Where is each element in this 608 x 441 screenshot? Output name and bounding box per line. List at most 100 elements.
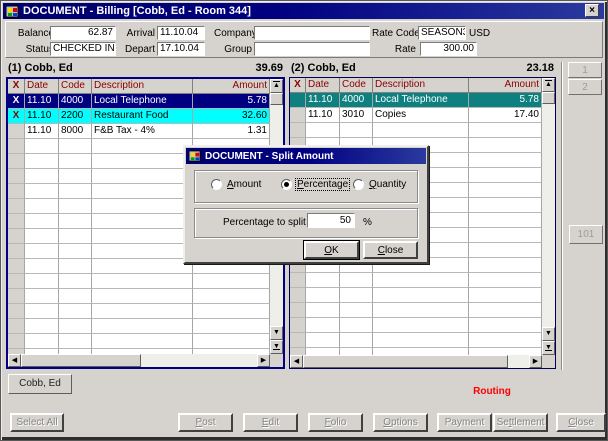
folio2-horizontal-scrollbar[interactable]: ◀ ▶ (290, 355, 542, 368)
cell (8, 319, 25, 334)
cell (469, 183, 542, 198)
scroll-right-icon[interactable]: ▶ (529, 355, 542, 368)
window-button-101[interactable]: 101 (569, 225, 603, 244)
cell (59, 214, 92, 229)
close-button[interactable]: Close (556, 413, 606, 432)
cell (59, 289, 92, 304)
balance-label: Balance (14, 28, 54, 39)
table-row[interactable]: X11.104000Local Telephone5.78 (8, 94, 270, 109)
table-row[interactable]: 11.108000F&B Tax - 4%1.31 (8, 124, 270, 139)
app-icon (189, 150, 201, 162)
cell (373, 318, 469, 333)
cell (373, 288, 469, 303)
folio1-horizontal-scrollbar[interactable]: ◀ ▶ (8, 354, 270, 367)
cell (59, 199, 92, 214)
cell (373, 333, 469, 348)
folio1-guest-name: (1) Cobb, Ed (8, 62, 73, 76)
cell: 5.78 (193, 94, 270, 109)
radio-circle-icon[interactable] (281, 179, 292, 190)
ok-button[interactable]: OK (304, 241, 359, 259)
cell (290, 333, 306, 348)
cell (340, 303, 373, 318)
cell: F&B Tax - 4% (92, 124, 193, 139)
scrollbar-corner (542, 355, 555, 368)
cell: Restaurant Food (92, 109, 193, 124)
cell (290, 318, 306, 333)
cell (469, 333, 542, 348)
scrollbar-thumb[interactable] (542, 92, 555, 104)
cell (25, 169, 59, 184)
table-row[interactable]: X11.102200Restaurant Food32.60 (8, 109, 270, 124)
percentage-input[interactable] (307, 213, 355, 228)
table-row[interactable]: 11.104000Local Telephone5.78 (290, 93, 542, 108)
table-row (8, 289, 270, 304)
cell (8, 139, 25, 154)
scroll-bottom-icon[interactable]: ▼ (542, 341, 555, 355)
cell (469, 168, 542, 183)
scroll-left-icon[interactable]: ◀ (290, 355, 303, 368)
cell (92, 169, 193, 184)
table-row (290, 123, 542, 138)
table-row (8, 274, 270, 289)
company-label: Company (214, 28, 252, 39)
column-header-description: Description (92, 79, 193, 94)
cell (373, 348, 469, 355)
cell (59, 169, 92, 184)
rate-value: 300.00 (420, 42, 477, 56)
settlement-button[interactable]: Settlement (493, 413, 548, 432)
cell (59, 154, 92, 169)
options-button[interactable]: Options (373, 413, 428, 432)
cell (469, 258, 542, 273)
guest-folio-tab[interactable]: Cobb, Ed (8, 374, 72, 394)
cell (469, 303, 542, 318)
cell (340, 123, 373, 138)
cell: 8000 (59, 124, 92, 139)
scrollbar-thumb[interactable] (270, 93, 283, 105)
cell (8, 199, 25, 214)
cell: X (8, 94, 25, 109)
scroll-top-icon[interactable]: ▲ (270, 79, 283, 93)
scroll-down-icon[interactable]: ▼ (542, 327, 555, 341)
cell (92, 244, 193, 259)
select-all-button[interactable]: Select All (10, 413, 64, 432)
arrival-value: 11.10.04 (157, 26, 205, 40)
cell (306, 123, 340, 138)
scrollbar-thumb[interactable] (21, 354, 141, 367)
folio2-vertical-scrollbar[interactable]: ▲ ▼ ▼ (542, 78, 555, 355)
edit-button[interactable]: Edit (243, 413, 298, 432)
cell (25, 199, 59, 214)
scrollbar-track[interactable] (542, 104, 555, 327)
table-row[interactable]: 11.103010Copies17.40 (290, 108, 542, 123)
post-button[interactable]: Post (178, 413, 233, 432)
percentage-radio[interactable]: Percentage (281, 179, 349, 190)
payment-button[interactable]: Payment (437, 413, 492, 432)
folio-button[interactable]: Folio (308, 413, 363, 432)
window-button-1[interactable]: 1 (568, 62, 602, 78)
group-label: Group (214, 44, 252, 55)
dialog-close-button[interactable]: Close (363, 241, 418, 259)
scroll-bottom-icon[interactable]: ▼ (270, 340, 283, 354)
scrollbar-thumb[interactable] (303, 355, 508, 368)
window-button-2[interactable]: 2 (568, 79, 602, 95)
amount-radio[interactable]: Amount (211, 179, 262, 190)
cell (25, 139, 59, 154)
radio-circle-icon[interactable] (211, 179, 222, 190)
scroll-right-icon[interactable]: ▶ (257, 354, 270, 367)
quantity-radio[interactable]: Quantity (353, 179, 407, 190)
cell (290, 348, 306, 355)
cell (193, 319, 270, 334)
radio-circle-icon[interactable] (353, 179, 364, 190)
rate-code-label: Rate Code (372, 28, 416, 39)
scroll-down-icon[interactable]: ▼ (270, 326, 283, 340)
close-icon[interactable]: × (585, 4, 599, 17)
cell (92, 274, 193, 289)
scrollbar-track[interactable] (508, 355, 529, 368)
scrollbar-track[interactable] (141, 354, 257, 367)
cell (469, 243, 542, 258)
scroll-top-icon[interactable]: ▲ (542, 78, 555, 92)
scroll-left-icon[interactable]: ◀ (8, 354, 21, 367)
cell (8, 229, 25, 244)
percentage-to-split-label: Percentage to split (223, 217, 306, 228)
cell: 3010 (340, 108, 373, 123)
cell (340, 318, 373, 333)
